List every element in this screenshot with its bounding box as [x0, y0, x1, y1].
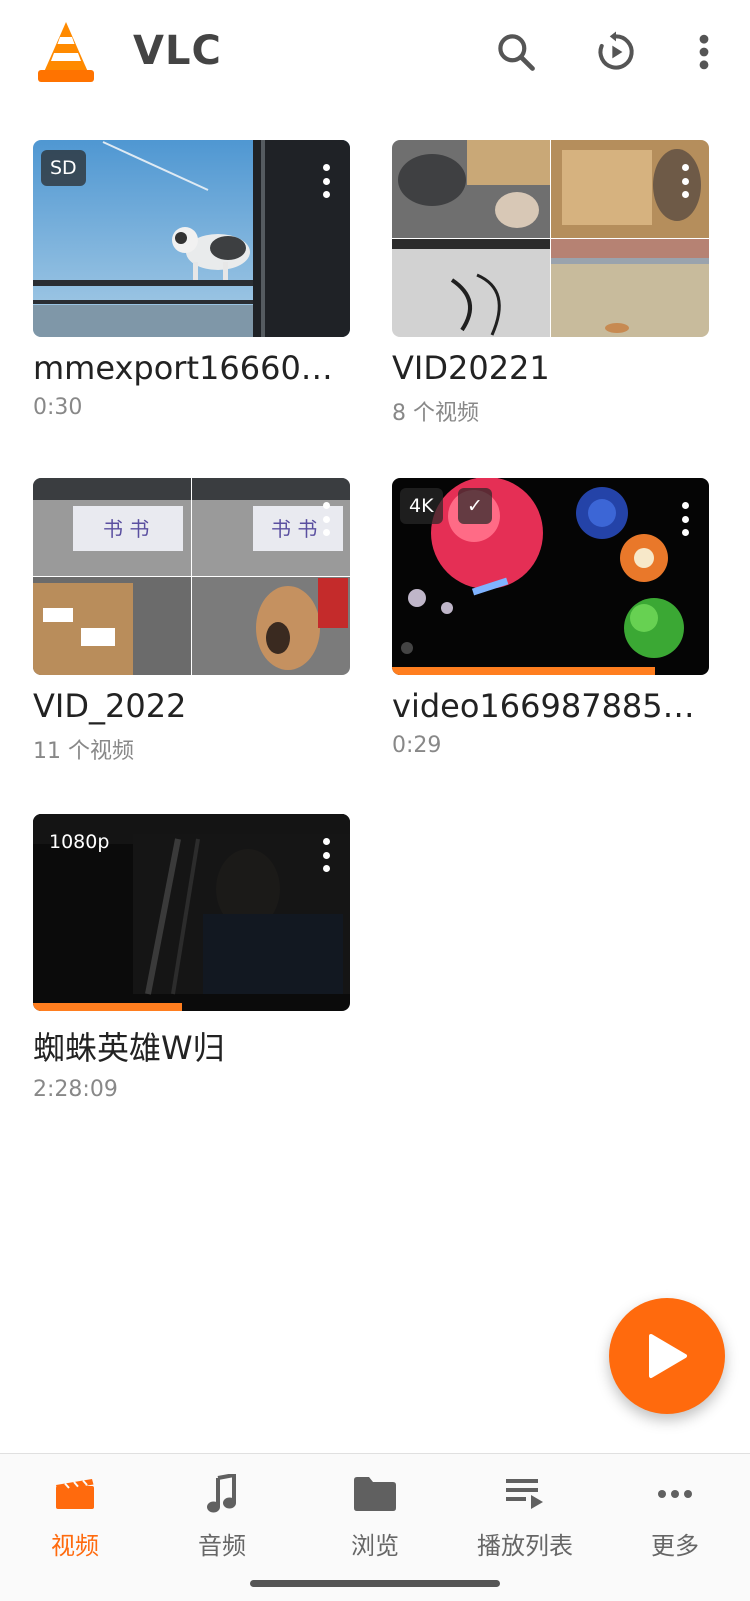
quality-badge: SD: [41, 150, 86, 186]
item-more-button[interactable]: [316, 160, 336, 202]
svg-text:书 书: 书 书: [103, 517, 149, 541]
folder-thumbnail[interactable]: [392, 140, 709, 337]
item-more-button[interactable]: [675, 498, 695, 540]
search-button[interactable]: [488, 24, 544, 80]
video-duration: 2:28:09: [33, 1077, 118, 1102]
folder-count: 11 个视频: [33, 739, 134, 764]
quality-badge: 1080p: [49, 831, 110, 853]
nav-label: 播放列表: [477, 1532, 573, 1560]
folder-title: VID20221: [392, 349, 550, 387]
nav-label: 视频: [51, 1532, 99, 1560]
video-icon: [56, 1479, 94, 1509]
app-title: VLC: [133, 28, 222, 74]
folder-icon: [354, 1477, 396, 1511]
item-more-button[interactable]: [675, 160, 695, 202]
video-duration: 0:29: [392, 733, 442, 758]
nav-item-playlists[interactable]: 播放列表: [450, 1472, 600, 1572]
folder-card[interactable]: VID20221 8 个视频: [392, 140, 709, 427]
video-card[interactable]: SD mmexport1666093… 0:30: [33, 140, 350, 420]
vlc-cone-logo: [36, 20, 96, 84]
playlist-icon: [506, 1479, 543, 1509]
more-vert-icon: [699, 34, 709, 70]
item-more-button[interactable]: [316, 834, 336, 876]
video-thumbnail[interactable]: 1080p: [33, 814, 350, 1011]
nav-item-more[interactable]: 更多: [600, 1472, 750, 1572]
nav-label: 音频: [198, 1532, 246, 1560]
played-check-badge: ✓: [458, 488, 492, 524]
folder-count: 8 个视频: [392, 401, 479, 426]
video-thumbnail[interactable]: 4K ✓: [392, 478, 709, 675]
video-duration: 0:30: [33, 395, 83, 420]
resume-playback-icon: [598, 31, 634, 70]
search-icon: [498, 34, 535, 71]
video-title: mmexport1666093…: [33, 349, 350, 387]
nav-item-browse[interactable]: 浏览: [300, 1472, 450, 1572]
quality-badge: 4K: [400, 488, 443, 524]
folder-card[interactable]: 书 书 书 书 VID_2022 11 个视频: [33, 478, 350, 765]
more-options-button[interactable]: [676, 24, 732, 80]
video-card[interactable]: 4K ✓ video16698788520… 0:29: [392, 478, 709, 758]
nav-label: 更多: [651, 1532, 699, 1560]
playback-progress: [392, 667, 656, 675]
nav-item-video[interactable]: 视频: [0, 1472, 150, 1572]
more-horiz-icon: [658, 1490, 692, 1498]
video-title: 蜘蛛英雄W归: [33, 1029, 225, 1067]
folder-thumbnail[interactable]: 书 书 书 书: [33, 478, 350, 675]
bottom-navigation: 视频 音频 浏览 播放列表 更多: [0, 1453, 750, 1601]
nav-label: 浏览: [351, 1532, 399, 1560]
svg-text:书 书: 书 书: [271, 517, 317, 541]
video-card[interactable]: 1080p 蜘蛛英雄W归 2:28:09: [33, 814, 350, 1102]
folder-thumbnail-image: [392, 140, 709, 337]
video-thumbnail[interactable]: SD: [33, 140, 350, 337]
music-note-icon: [207, 1474, 236, 1513]
playback-progress: [33, 1003, 182, 1011]
folder-title: VID_2022: [33, 687, 187, 725]
folder-thumbnail-image: 书 书 书 书: [33, 478, 350, 675]
app-bar: VLC: [0, 0, 750, 104]
nav-item-audio[interactable]: 音频: [147, 1472, 297, 1572]
video-title: video16698788520…: [392, 687, 709, 725]
item-more-button[interactable]: [316, 498, 336, 540]
play-fab-button[interactable]: [609, 1298, 725, 1414]
resume-playback-button[interactable]: [588, 24, 644, 80]
play-icon: [649, 1334, 687, 1378]
home-indicator[interactable]: [250, 1580, 500, 1587]
